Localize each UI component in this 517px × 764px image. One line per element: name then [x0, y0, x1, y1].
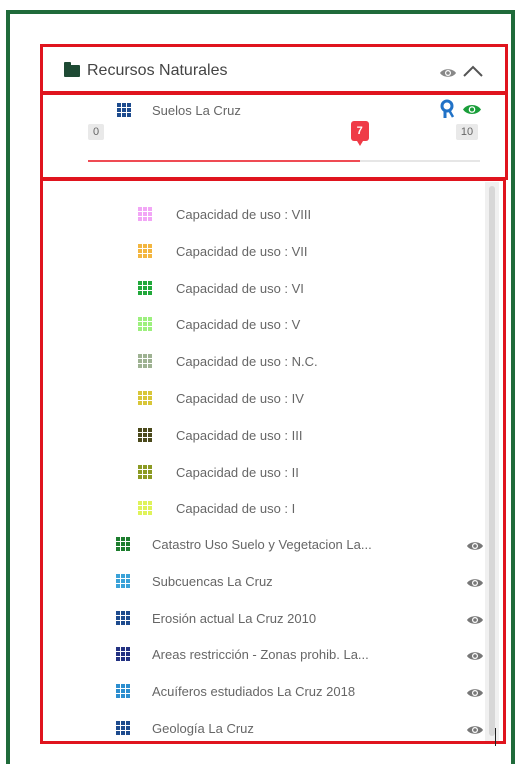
highlight-box-active-layer [40, 92, 508, 180]
highlight-box-header [40, 44, 508, 94]
frame-border-right [511, 10, 515, 764]
frame-border-top [6, 10, 515, 14]
frame-border-left [6, 10, 10, 764]
highlight-box-layer-list [40, 178, 506, 744]
text-cursor [495, 728, 496, 746]
